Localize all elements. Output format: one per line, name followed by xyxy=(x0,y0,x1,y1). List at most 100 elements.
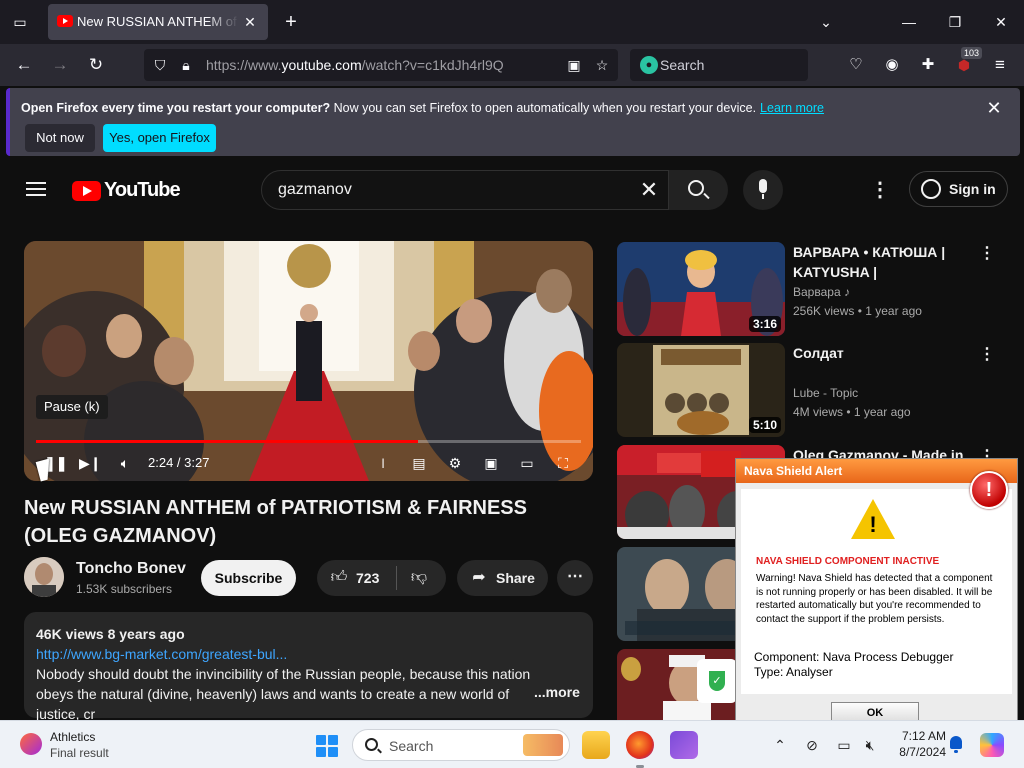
share-arrow-icon: ➦ xyxy=(472,569,486,586)
sports-widget-icon[interactable] xyxy=(20,733,42,755)
alert-title: Nava Shield Alert xyxy=(744,464,843,478)
reload-icon[interactable]: ↻ xyxy=(84,53,108,77)
video-player[interactable]: Pause (k) ❚❚ ▶❙ 🔈︎ 2:24 / 3:27 ⏽ ▤ ⚙ ▣ ▭… xyxy=(24,241,593,481)
search-icon xyxy=(688,180,704,196)
channel-name[interactable]: Toncho Bonev xyxy=(76,560,186,578)
autoplay-toggle-icon[interactable]: ⏽ xyxy=(370,453,396,473)
video-thumbnail[interactable]: 3:16 xyxy=(617,242,785,336)
show-more-button[interactable]: ...more xyxy=(530,684,580,700)
recommendation-title[interactable]: Солдат xyxy=(793,343,973,363)
file-explorer-icon[interactable] xyxy=(582,731,610,759)
taskbar-search[interactable]: Search xyxy=(352,729,570,761)
description-link[interactable]: http://www.bg-market.com/greatest-bul... xyxy=(36,646,287,662)
tracking-shield-icon[interactable]: ⛉ xyxy=(150,55,170,75)
recommendation-meta: 4M views • 1 year ago xyxy=(793,405,911,419)
network-icon[interactable]: ⊘ xyxy=(802,735,822,755)
youtube-favicon-icon xyxy=(57,15,73,27)
subscribe-button[interactable]: Subscribe xyxy=(201,560,296,596)
not-now-button[interactable]: Not now xyxy=(25,124,95,152)
copilot-icon[interactable] xyxy=(980,733,1004,757)
recommendation-channel[interactable]: Варвара ♪ xyxy=(793,285,850,299)
menu-icon[interactable]: ≡ xyxy=(988,53,1012,77)
list-all-tabs-icon[interactable]: ⌄ xyxy=(814,10,838,34)
search-button[interactable] xyxy=(668,170,728,210)
clock-date: 8/7/2024 xyxy=(899,745,946,759)
minimize-button[interactable]: — xyxy=(897,10,921,34)
subtitles-icon[interactable]: ▤ xyxy=(408,453,430,473)
thumbs-up-icon[interactable]: 👍︎ xyxy=(329,568,349,588)
recommendation-channel[interactable]: Lube - Topic xyxy=(793,386,858,400)
alert-component: Component: Nava Process Debugger xyxy=(754,650,954,664)
bookmark-star-icon[interactable]: ☆ xyxy=(592,55,612,75)
alert-type: Type: Analyser xyxy=(754,665,833,679)
channel-avatar[interactable] xyxy=(24,557,64,597)
close-window-button[interactable]: ✕ xyxy=(989,10,1013,34)
fullscreen-icon[interactable]: ⛶ xyxy=(552,453,574,473)
alert-close-button[interactable]: ! xyxy=(970,471,1008,509)
recommendation-item[interactable]: 3:16 ВАРВАРА • КАТЮША | KATYUSHA | Славя… xyxy=(617,242,1007,336)
youtube-logo[interactable]: YouTube xyxy=(72,178,181,202)
widget-title[interactable]: Athletics xyxy=(50,730,95,744)
volume-icon[interactable]: 🔈︎ xyxy=(114,453,136,473)
kebab-menu-icon[interactable]: ⋮ xyxy=(979,345,995,365)
clear-search-icon[interactable]: ✕ xyxy=(636,177,662,203)
lock-icon[interactable]: 🔒︎ xyxy=(176,55,196,75)
yes-open-firefox-button[interactable]: Yes, open Firefox xyxy=(103,124,216,152)
tab-list-icon[interactable]: ▭ xyxy=(8,10,32,34)
theater-mode-icon[interactable]: ▭ xyxy=(516,453,538,473)
notification-close-icon[interactable]: ✕ xyxy=(982,96,1006,120)
guide-menu-icon[interactable] xyxy=(24,178,48,202)
back-icon[interactable]: ← xyxy=(12,53,36,77)
show-hidden-icons[interactable]: ⌃ xyxy=(770,735,790,755)
default-browser-notification: Open Firefox every time you restart your… xyxy=(6,88,1020,156)
account-icon[interactable]: ◉ xyxy=(880,53,904,77)
voice-search-button[interactable] xyxy=(743,170,783,210)
alert-heading: NAVA SHIELD COMPONENT INACTIVE xyxy=(756,556,940,567)
share-button[interactable]: ➦ Share xyxy=(457,560,548,596)
kebab-menu-icon[interactable]: ⋮ xyxy=(979,244,995,264)
volume-muted-icon[interactable]: 🔇︎ xyxy=(860,735,880,755)
settings-gear-icon[interactable]: ⚙ xyxy=(444,453,466,473)
url-bar[interactable]: ⛉ 🔒︎ https://www.youtube.com/watch?v=c1k… xyxy=(144,49,618,81)
visual-studio-icon[interactable] xyxy=(670,731,698,759)
widget-subtitle[interactable]: Final result xyxy=(50,746,109,760)
youtube-search-input[interactable]: gazmanov xyxy=(278,181,352,199)
view-count-date: 46K views 8 years ago xyxy=(36,626,185,642)
pocket-icon[interactable]: ♡ xyxy=(844,53,868,77)
more-actions-button[interactable]: ⋯ xyxy=(557,560,593,596)
tab-close-icon[interactable]: ✕ xyxy=(240,12,260,32)
description-box[interactable]: 46K views 8 years ago http://www.bg-mark… xyxy=(24,612,593,722)
learn-more-link[interactable]: Learn more xyxy=(760,101,824,115)
browser-tab[interactable]: New RUSSIAN ANTHEM of PATRIOTISM & FAIRN… xyxy=(48,4,268,40)
miniplayer-icon[interactable]: ▣ xyxy=(480,453,502,473)
like-count[interactable]: 723 xyxy=(356,570,379,586)
windows-start-icon[interactable] xyxy=(316,735,338,757)
nava-shield-tray-popup[interactable]: ✓ xyxy=(697,659,737,703)
video-progress-bar[interactable] xyxy=(36,440,581,443)
url-text[interactable]: https://www.youtube.com/watch?v=c1kdJh4r… xyxy=(206,57,504,73)
settings-more-icon[interactable]: ⋮ xyxy=(868,178,892,202)
notification-message: Open Firefox every time you restart your… xyxy=(21,101,824,115)
video-duration: 5:10 xyxy=(748,417,781,433)
forward-icon[interactable]: → xyxy=(48,53,72,77)
youtube-search-box[interactable]: gazmanov ✕ xyxy=(261,170,728,210)
video-frame xyxy=(24,241,593,481)
system-clock[interactable]: 7:12 AM 8/7/2024 xyxy=(890,728,946,760)
restore-button[interactable]: ❐ xyxy=(943,10,967,34)
progress-played xyxy=(36,440,418,443)
next-icon[interactable]: ▶❙ xyxy=(79,453,102,473)
video-thumbnail[interactable]: 5:10 xyxy=(617,343,785,437)
recommendation-title[interactable]: ВАРВАРА • КАТЮША | KATYUSHA | Славянский… xyxy=(793,242,973,282)
display-icon[interactable]: ▭ xyxy=(834,735,854,755)
thumbs-down-icon[interactable]: 👎︎ xyxy=(409,568,429,588)
browser-search-bar[interactable]: ● Search xyxy=(630,49,808,81)
sign-in-button[interactable]: Sign in xyxy=(909,171,1008,207)
recommendation-item[interactable]: 5:10 Солдат Lube - Topic 4M views • 1 ye… xyxy=(617,343,1007,437)
browser-nav-bar: ← → ↻ ⛉ 🔒︎ https://www.youtube.com/watch… xyxy=(0,44,1024,86)
notification-bell-icon[interactable] xyxy=(948,736,964,754)
reader-view-icon[interactable]: ▣ xyxy=(564,55,584,75)
extensions-icon[interactable]: ✚ xyxy=(916,53,940,77)
ublock-icon[interactable]: ⬢ 103 xyxy=(952,47,982,77)
new-tab-button[interactable]: + xyxy=(279,10,303,34)
firefox-icon[interactable] xyxy=(626,731,654,759)
